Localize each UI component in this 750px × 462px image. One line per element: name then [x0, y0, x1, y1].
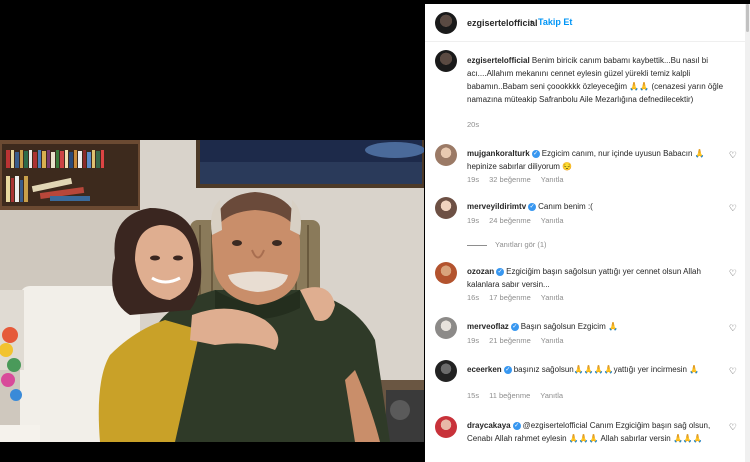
comment-likes[interactable]: 21 beğenme: [489, 336, 531, 345]
comment-time: 16s: [467, 293, 480, 302]
heart-icon[interactable]: ♡: [729, 422, 737, 433]
verified-badge-icon: ✓: [512, 421, 521, 430]
heart-icon[interactable]: ♡: [729, 150, 737, 161]
comment-text-block: draycakaya ✓ @ezgisertelofficial Canım Ezg…: [467, 419, 729, 445]
comment-meta: 19s 21 beğenme Yanıtla: [467, 336, 574, 345]
heart-icon[interactable]: ♡: [729, 268, 737, 279]
commenter-username[interactable]: eceerken: [467, 365, 502, 374]
post-sidebar: ezgisertelofficial • Takip Et ezgisertel…: [425, 4, 745, 462]
comment-likes[interactable]: 24 beğenme: [489, 216, 531, 225]
comment-time: 15s: [467, 391, 480, 400]
commenter-avatar[interactable]: [435, 360, 457, 382]
comment-meta: 15s 11 beğenme Yanıtla: [467, 391, 573, 400]
commenter-avatar[interactable]: [435, 416, 457, 438]
verified-badge-icon: ✓: [510, 322, 519, 331]
comment-body: Canım benim :(: [538, 202, 593, 211]
comment-likes[interactable]: 11 beğenme: [489, 391, 530, 400]
commenter-username[interactable]: ozozan: [467, 267, 494, 276]
comment-text-block: eceerken ✓ başınız sağolsun🙏🙏🙏🙏yattığı yer…: [467, 363, 729, 376]
comment-body: Başın sağolsun Ezgicim 🙏: [520, 322, 618, 331]
reply-button[interactable]: Yanıtla: [541, 216, 564, 225]
comment-text-block: mujgankoralturk ✓ Ezgicim canım, nur içind…: [467, 147, 729, 173]
separator-dot: •: [530, 17, 534, 27]
heart-icon[interactable]: ♡: [729, 323, 737, 334]
reply-button[interactable]: Yanıtla: [541, 336, 564, 345]
post-header: ezgisertelofficial • Takip Et: [425, 4, 745, 42]
commenter-username[interactable]: draycakaya: [467, 421, 511, 430]
comment-text-block: merveoflaz ✓ Başın sağolsun Ezgicim 🙏: [467, 320, 729, 333]
author-avatar[interactable]: [435, 12, 457, 34]
caption-time: 20s: [467, 120, 480, 129]
comment-meta: 16s 17 beğenme Yanıtla: [467, 293, 574, 302]
commenter-avatar[interactable]: [435, 197, 457, 219]
reply-button[interactable]: Yanıtla: [541, 175, 564, 184]
reply-button[interactable]: Yanıtla: [540, 391, 563, 400]
sidebar-scrollbar[interactable]: [745, 4, 750, 462]
scrollbar-thumb[interactable]: [746, 4, 749, 32]
instagram-post-viewer: ezgisertelofficial • Takip Et ezgisertel…: [0, 0, 750, 462]
comment-body: başınız sağolsun🙏🙏🙏🙏yattığı yer incirmes…: [513, 365, 700, 374]
commenter-avatar[interactable]: [435, 317, 457, 339]
view-replies-link[interactable]: Yanıtları gör (1): [467, 240, 547, 249]
author-username[interactable]: ezgisertelofficial: [467, 18, 538, 28]
commenter-username[interactable]: merveoflaz: [467, 322, 509, 331]
comment-likes[interactable]: 17 beğenme: [489, 293, 531, 302]
commenter-avatar[interactable]: [435, 144, 457, 166]
comment-text-block: merveyildirimtv ✓ Canım benim :(: [467, 200, 729, 213]
comment-likes[interactable]: 32 beğenme: [489, 175, 531, 184]
commenter-username[interactable]: merveyildirimtv: [467, 202, 526, 211]
photo-illustration: [0, 140, 424, 442]
reply-button[interactable]: Yanıtla: [541, 293, 564, 302]
comment-time: 19s: [467, 336, 480, 345]
post-photo[interactable]: [0, 140, 424, 442]
follow-button[interactable]: Takip Et: [538, 17, 572, 27]
comment-meta: 19s 32 beğenme Yanıtla: [467, 175, 574, 184]
caption-username[interactable]: ezgisertelofficial: [467, 56, 530, 65]
commenter-avatar[interactable]: [435, 262, 457, 284]
post-media: [0, 4, 424, 462]
heart-icon[interactable]: ♡: [729, 366, 737, 377]
caption-avatar[interactable]: [435, 50, 457, 72]
verified-badge-icon: ✓: [528, 202, 537, 211]
verified-badge-icon: ✓: [496, 267, 505, 276]
replies-divider: [467, 244, 487, 246]
comment-meta: 19s 24 beğenme Yanıtla: [467, 216, 574, 225]
verified-badge-icon: ✓: [503, 365, 512, 374]
comment-time: 19s: [467, 175, 480, 184]
commenter-username[interactable]: mujgankoralturk: [467, 149, 530, 158]
verified-badge-icon: ✓: [531, 149, 540, 158]
comment-text-block: ozozan ✓ Ezgiciğim başın sağolsun yattığı …: [467, 265, 729, 291]
caption-text-block: ezgisertelofficial Benim biricik canım b…: [467, 54, 727, 106]
comment-time: 19s: [467, 216, 480, 225]
view-replies-label[interactable]: Yanıtları gör (1): [495, 240, 547, 249]
heart-icon[interactable]: ♡: [729, 203, 737, 214]
